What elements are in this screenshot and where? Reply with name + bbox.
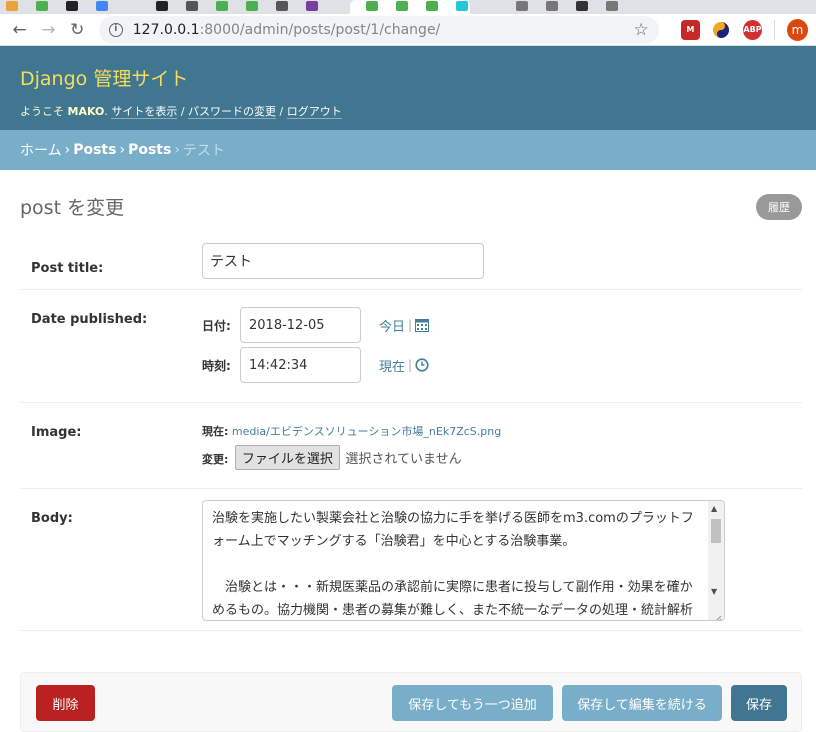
separator: / [276,105,287,118]
image-current-link[interactable]: media/エビデンスソリューション市場_nEk7ZcS.png [232,425,501,438]
post-title-label: Post title: [31,261,104,276]
breadcrumb-app[interactable]: Posts [73,142,116,158]
date-input[interactable] [240,307,361,343]
breadcrumb-separator: › [119,142,126,158]
choose-file-button[interactable]: ファイルを選択 [234,445,340,470]
reload-icon[interactable]: ↻ [66,18,89,42]
tab-favicon[interactable] [156,1,168,11]
main-content: post を変更 履歴 Post title: Date published: … [0,170,816,631]
submit-row: 削除 保存してもう一つ追加 保存して編集を続ける 保存 [20,672,802,732]
tab-favicon[interactable] [306,1,318,11]
user-tools: ようこそ MAKO. サイトを表示 / パスワードの変更 / ログアウト [20,105,342,119]
separator: / [177,105,189,118]
form-row-post-title: Post title: [20,243,802,290]
today-link[interactable]: 今日 [379,316,405,335]
body-textarea[interactable]: 治験を実施したい製薬会社と治験の協力に手を挙げる医師をm3.comのプラットフォ… [202,500,725,621]
extension-m-icon[interactable]: M [680,19,700,40]
admin-header: Django 管理サイト ようこそ MAKO. サイトを表示 / パスワードの変… [0,46,816,130]
scroll-down-arrow-icon[interactable]: ▼ [711,587,717,596]
form-row-body: Body: 治験を実施したい製薬会社と治験の協力に手を挙げる医師をm3.comの… [20,489,802,631]
tab-favicon[interactable] [546,1,558,11]
welcome-text: ようこそ [20,105,64,118]
url-path: :8000/admin/posts/post/1/change/ [199,21,441,38]
address-bar[interactable]: i 127.0.0.1:8000/admin/posts/post/1/chan… [98,15,659,44]
breadcrumb-separator: › [64,142,71,158]
history-button[interactable]: 履歴 [756,194,802,220]
image-change-sublabel: 変更: [202,453,229,466]
browser-toolbar: ← → ↻ i 127.0.0.1:8000/admin/posts/post/… [0,14,816,46]
date-sublabel: 日付: [202,318,231,333]
view-site-link[interactable]: サイトを表示 [111,105,178,119]
save-add-another-button[interactable]: 保存してもう一つ追加 [392,685,553,721]
profile-avatar[interactable]: m [787,18,808,41]
breadcrumb-current: テスト [182,143,225,159]
breadcrumb-home[interactable]: ホーム [20,140,62,160]
forward-arrow-icon[interactable]: → [37,18,60,42]
date-line: 日付: 今日 | [202,307,430,343]
date-published-label: Date published: [31,312,148,327]
breadcrumb-separator: › [174,142,180,158]
username: MAKO [67,105,105,118]
adblock-icon[interactable]: ABP [742,19,763,40]
save-button[interactable]: 保存 [731,685,787,721]
body-text: 治験を実施したい製薬会社と治験の協力に手を挙げる医師をm3.comのプラットフォ… [212,511,694,618]
form-row-date-published: Date published: 日付: 今日 | 時刻: 現在 | [20,290,802,403]
tab-favicon[interactable] [366,1,378,11]
logout-link[interactable]: ログアウト [286,105,342,119]
tab-favicon[interactable] [516,1,528,11]
post-title-input[interactable] [202,243,484,279]
body-label: Body: [31,511,73,526]
time-input[interactable] [240,347,361,383]
tab-favicon[interactable] [246,1,258,11]
scroll-up-arrow-icon[interactable]: ▲ [711,504,717,513]
breadcrumb: ホーム › Posts › Posts › テスト [0,130,816,170]
scrollbar-thumb[interactable] [711,519,721,543]
tab-favicon[interactable] [576,1,588,11]
site-branding[interactable]: Django 管理サイト [20,64,796,91]
tab-favicon[interactable] [426,1,438,11]
browser-tab-strip [0,0,816,14]
form-row-image: Image: 現在: media/エビデンスソリューション市場_nEk7ZcS.… [20,403,802,489]
image-label: Image: [31,425,82,440]
save-continue-button[interactable]: 保存して編集を続ける [562,685,722,721]
image-current-sublabel: 現在: [202,425,229,438]
tab-favicon[interactable] [396,1,408,11]
tab-favicon[interactable] [66,1,78,11]
site-info-icon[interactable]: i [108,22,123,37]
back-arrow-icon[interactable]: ← [8,18,31,42]
tab-favicon[interactable] [6,1,18,11]
tab-favicon[interactable] [96,1,108,11]
shortcut-separator: | [408,318,413,332]
no-file-text: 選択されていません [345,452,462,467]
delete-button[interactable]: 削除 [36,685,95,721]
now-link[interactable]: 現在 [379,356,405,375]
image-change-line: 変更: ファイルを選択 選択されていません [202,445,462,470]
change-password-link[interactable]: パスワードの変更 [188,105,277,119]
breadcrumb-model[interactable]: Posts [128,142,171,158]
textarea-scrollbar[interactable]: ▲ ▼ [708,501,724,620]
extension-swirl-icon[interactable] [712,20,731,40]
tab-favicon[interactable] [186,1,198,11]
tab-favicon[interactable] [36,1,48,11]
shortcut-separator: | [408,358,413,372]
time-sublabel: 時刻: [202,358,231,373]
tab-favicon[interactable] [456,1,468,11]
bookmark-star-icon[interactable]: ☆ [634,20,649,40]
resize-grip-icon[interactable] [712,609,722,620]
calendar-icon[interactable] [415,318,430,332]
tab-favicon[interactable] [216,1,228,11]
image-current-line: 現在: media/エビデンスソリューション市場_nEk7ZcS.png [202,423,501,439]
page-title: post を変更 [20,197,125,219]
tab-favicon[interactable] [276,1,288,11]
clock-icon[interactable] [415,358,429,372]
url-host: 127.0.0.1 [132,21,200,38]
toolbar-divider [774,19,775,40]
tab-favicon[interactable] [606,1,618,11]
time-line: 時刻: 現在 | [202,347,429,383]
